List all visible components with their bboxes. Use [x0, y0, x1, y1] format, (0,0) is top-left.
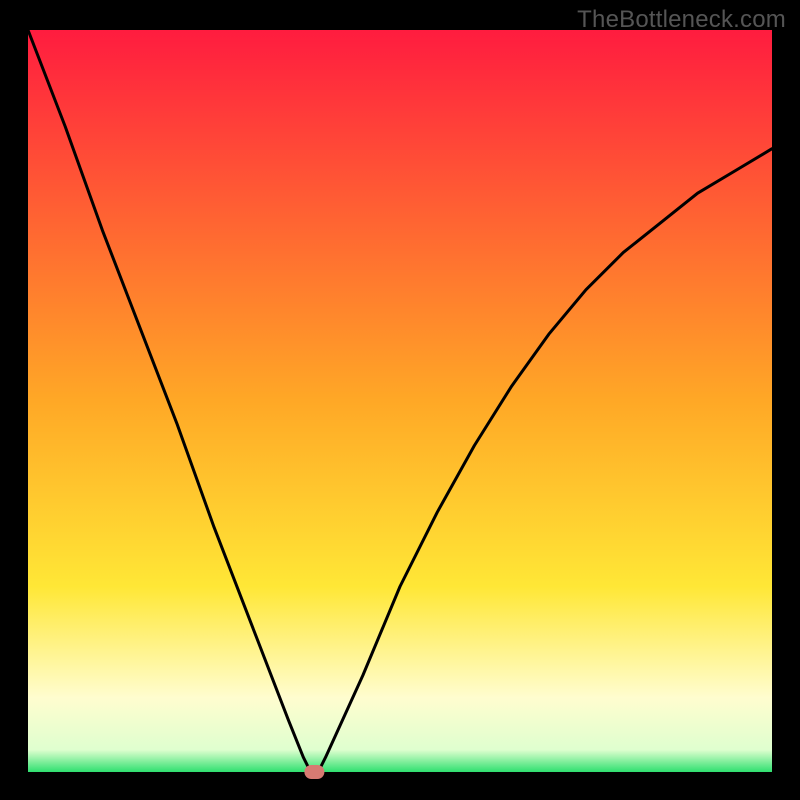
chart-svg [0, 0, 800, 800]
plot-area [28, 30, 772, 772]
minimum-marker [304, 765, 324, 779]
watermark-text: TheBottleneck.com [577, 6, 786, 34]
chart-container: TheBottleneck.com [0, 0, 800, 800]
